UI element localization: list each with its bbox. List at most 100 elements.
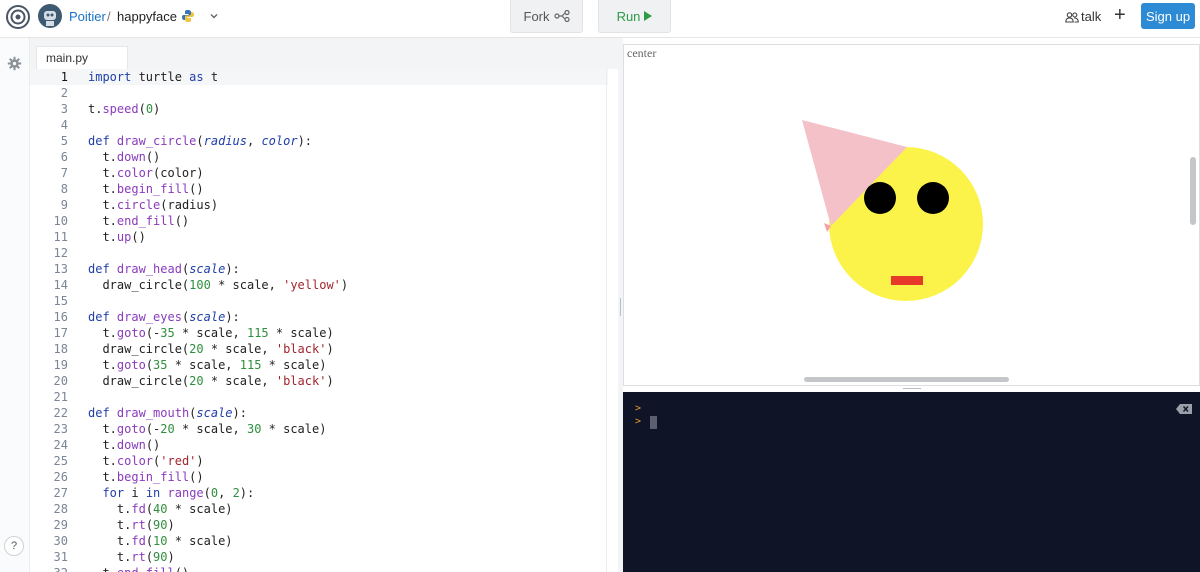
line-number: 10 [53, 214, 68, 228]
code-line[interactable]: 2 [30, 85, 608, 101]
canvas-horizontal-scrollbar[interactable] [804, 377, 1009, 382]
repl-name[interactable]: happyface [117, 9, 177, 24]
code-text[interactable]: t.color(color) [88, 165, 203, 181]
canvas-vertical-scrollbar[interactable] [1190, 157, 1196, 225]
code-line[interactable]: 5 def draw_circle(radius, color): [30, 133, 608, 149]
clear-console-icon[interactable] [1176, 404, 1192, 414]
code-text[interactable]: t.end_fill() [88, 213, 189, 229]
code-line[interactable]: 24 t.down() [30, 437, 608, 453]
top-bar: Poitier / happyface Fork Run talk + Sign… [0, 0, 1200, 38]
code-line[interactable]: 10 t.end_fill() [30, 213, 608, 229]
code-line[interactable]: 7 t.color(color) [30, 165, 608, 181]
python-icon [182, 10, 194, 22]
code-text[interactable]: t.goto(-35 * scale, 115 * scale) [88, 325, 333, 341]
code-line[interactable]: 21 [30, 389, 608, 405]
code-line[interactable]: 3 t.speed(0) [30, 101, 608, 117]
code-text[interactable]: t.color('red') [88, 453, 203, 469]
code-text[interactable]: def draw_head(scale): [88, 261, 240, 277]
code-text[interactable]: import turtle as t [88, 69, 218, 85]
repl-workspace: Poitier / happyface Fork Run talk + Sign… [0, 0, 1200, 572]
code-text[interactable]: t.down() [88, 437, 160, 453]
code-line[interactable]: 12 [30, 245, 608, 261]
left-rail: ? [0, 38, 30, 572]
code-text[interactable]: t.fd(10 * scale) [88, 533, 233, 549]
code-text[interactable]: def draw_circle(radius, color): [88, 133, 312, 149]
code-line[interactable]: 30 t.fd(10 * scale) [30, 533, 608, 549]
code-line[interactable]: 28 t.fd(40 * scale) [30, 501, 608, 517]
code-text[interactable]: def draw_eyes(scale): [88, 309, 240, 325]
line-number: 7 [60, 166, 68, 180]
code-line[interactable]: 20 draw_circle(20 * scale, 'black') [30, 373, 608, 389]
code-line[interactable]: 17 t.goto(-35 * scale, 115 * scale) [30, 325, 608, 341]
code-line[interactable]: 13 def draw_head(scale): [30, 261, 608, 277]
sign-up-button[interactable]: Sign up [1141, 3, 1195, 29]
code-line[interactable]: 23 t.goto(-20 * scale, 30 * scale) [30, 421, 608, 437]
code-editor: main.py 1 import turtle as t 2 3 t.speed(0) 4… [30, 38, 618, 572]
code-text[interactable]: t.goto(-20 * scale, 30 * scale) [88, 421, 326, 437]
code-text[interactable]: t.fd(40 * scale) [88, 501, 233, 517]
code-line[interactable]: 32 t.end_fill() [30, 565, 608, 572]
code-line[interactable]: 22 def draw_mouth(scale): [30, 405, 608, 421]
console-panel[interactable]: > > [623, 392, 1200, 572]
line-number: 24 [53, 438, 68, 452]
code-area[interactable]: 1 import turtle as t 2 3 t.speed(0) 4 5 def dra… [30, 69, 608, 572]
run-button[interactable]: Run [598, 0, 671, 33]
line-number: 15 [53, 294, 68, 308]
code-text[interactable]: for i in range(0, 2): [88, 485, 254, 501]
vertical-grip [620, 298, 621, 316]
code-text[interactable]: t.rt(90) [88, 549, 175, 565]
left-eye [864, 182, 896, 214]
code-line[interactable]: 4 [30, 117, 608, 133]
line-number: 19 [53, 358, 68, 372]
replit-logo-icon[interactable] [6, 5, 30, 29]
code-line[interactable]: 29 t.rt(90) [30, 517, 608, 533]
line-number: 27 [53, 486, 68, 500]
code-text[interactable]: draw_circle(20 * scale, 'black') [88, 373, 333, 389]
line-number: 6 [60, 150, 68, 164]
code-text[interactable]: draw_circle(20 * scale, 'black') [88, 341, 333, 357]
code-line[interactable]: 19 t.goto(35 * scale, 115 * scale) [30, 357, 608, 373]
people-icon [1065, 11, 1079, 23]
code-text[interactable]: draw_circle(100 * scale, 'yellow') [88, 277, 348, 293]
code-line[interactable]: 8 t.begin_fill() [30, 181, 608, 197]
talk-link[interactable]: talk [1065, 9, 1101, 24]
fork-button[interactable]: Fork [510, 0, 583, 33]
line-number: 30 [53, 534, 68, 548]
code-text[interactable]: t.goto(35 * scale, 115 * scale) [88, 357, 326, 373]
code-text[interactable]: t.down() [88, 149, 160, 165]
code-line[interactable]: 1 import turtle as t [30, 69, 608, 85]
horizontal-resize-handle[interactable] [903, 388, 921, 389]
code-text[interactable]: t.begin_fill() [88, 181, 203, 197]
code-line[interactable]: 31 t.rt(90) [30, 549, 608, 565]
code-line[interactable]: 15 [30, 293, 608, 309]
line-number: 23 [53, 422, 68, 436]
user-avatar[interactable] [38, 4, 62, 28]
code-line[interactable]: 26 t.begin_fill() [30, 469, 608, 485]
code-text[interactable]: t.circle(radius) [88, 197, 218, 213]
run-label: Run [616, 8, 641, 24]
code-text[interactable]: t.rt(90) [88, 517, 175, 533]
code-text[interactable]: def draw_mouth(scale): [88, 405, 247, 421]
line-number: 2 [60, 86, 68, 100]
code-line[interactable]: 9 t.circle(radius) [30, 197, 608, 213]
path-separator: / [107, 9, 111, 24]
username-link[interactable]: Poitier [69, 9, 106, 24]
code-line[interactable]: 16 def draw_eyes(scale): [30, 309, 608, 325]
code-line[interactable]: 11 t.up() [30, 229, 608, 245]
code-line[interactable]: 6 t.down() [30, 149, 608, 165]
chevron-down-icon[interactable] [208, 10, 220, 22]
code-text[interactable]: t.end_fill() [88, 565, 189, 572]
code-line[interactable]: 14 draw_circle(100 * scale, 'yellow') [30, 277, 608, 293]
editor-scrollbar[interactable] [606, 69, 618, 572]
code-text[interactable]: t.speed(0) [88, 101, 160, 117]
help-button[interactable]: ? [4, 536, 24, 556]
new-repl-button[interactable]: + [1114, 4, 1126, 26]
tab-main-py[interactable]: main.py [36, 46, 128, 69]
gear-icon[interactable] [7, 56, 22, 71]
code-text[interactable]: t.begin_fill() [88, 469, 203, 485]
code-text[interactable]: t.up() [88, 229, 145, 245]
code-line[interactable]: 25 t.color('red') [30, 453, 608, 469]
code-line[interactable]: 27 for i in range(0, 2): [30, 485, 608, 501]
line-number: 9 [60, 198, 68, 212]
code-line[interactable]: 18 draw_circle(20 * scale, 'black') [30, 341, 608, 357]
